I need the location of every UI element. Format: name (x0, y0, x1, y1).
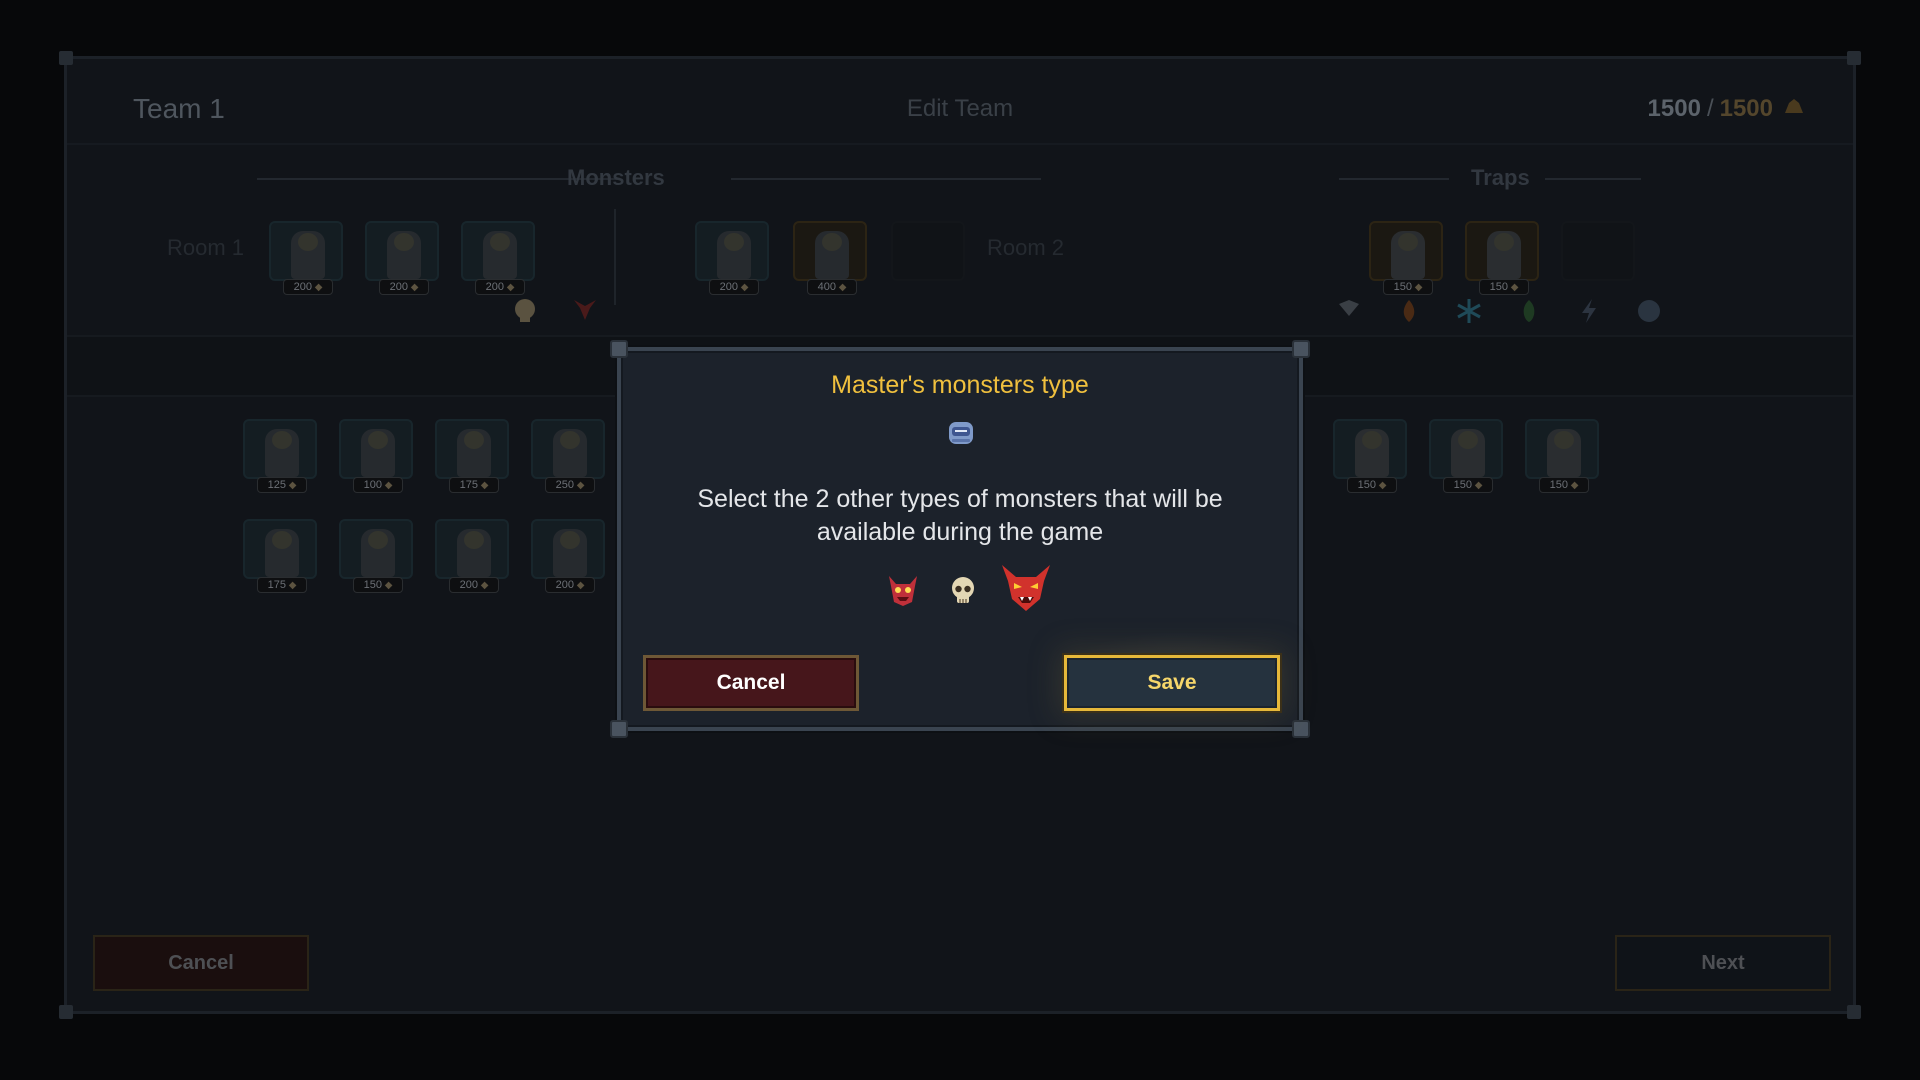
editor-header: Team 1 Edit Team 1500/1500 (67, 59, 1853, 145)
room-slot[interactable]: 200 (461, 221, 535, 295)
shield-filter-icon[interactable] (1334, 296, 1364, 326)
cost-badge: 200 (475, 279, 525, 295)
monster-sprite (361, 529, 395, 577)
cost-badge: 150 (1347, 477, 1397, 493)
ice-filter-icon[interactable] (1454, 296, 1484, 326)
monster-sprite (553, 529, 587, 577)
dialog-title: Master's monsters type (831, 371, 1089, 399)
cost-badge: 150 (1383, 279, 1433, 295)
save-button[interactable]: Save (1064, 655, 1280, 711)
trap-sprite (1547, 429, 1581, 477)
monster-sprite (387, 231, 421, 279)
trap-card[interactable]: 150 (1333, 419, 1407, 493)
monster-card[interactable]: 175 (243, 519, 317, 593)
monster-sprite (361, 429, 395, 477)
cost-badge: 175 (449, 477, 499, 493)
monsters-label: Monsters (567, 165, 665, 190)
game-screen: Team 1 Edit Team 1500/1500 Monsters Room… (0, 0, 1920, 1080)
trap-card[interactable]: 150 (1429, 419, 1503, 493)
trap-slot[interactable]: 150 (1465, 221, 1539, 295)
cost-badge: 400 (807, 279, 857, 295)
room-divider (614, 209, 616, 305)
room-slot[interactable]: 200 (365, 221, 439, 295)
cost-badge: 200 (709, 279, 759, 295)
divider-line (257, 178, 617, 180)
trap-sprite (1355, 429, 1389, 477)
monster-type-dialog: Master's monsters type Select the 2 othe… (610, 340, 1310, 738)
cost-badge: 150 (1443, 477, 1493, 493)
monster-sprite (457, 429, 491, 477)
monster-sprite (717, 231, 751, 279)
demon-filter-icon[interactable] (570, 296, 600, 326)
monster-sprite (483, 231, 517, 279)
room-slot[interactable]: 200 (695, 221, 769, 295)
divider-line (1339, 178, 1449, 180)
skull-icon[interactable] (947, 575, 979, 607)
cancel-button[interactable]: Cancel (643, 655, 859, 711)
monster-card[interactable]: 125 (243, 419, 317, 493)
poison-filter-icon[interactable] (1514, 296, 1544, 326)
cost-badge: 100 (353, 477, 403, 493)
cost-badge: 200 (449, 577, 499, 593)
budget-used: 1500 (1647, 95, 1701, 122)
room-1-label: Room 1 (167, 235, 245, 260)
trap-sprite (1487, 231, 1521, 279)
monster-sprite (553, 429, 587, 477)
monster-card[interactable]: 175 (435, 419, 509, 493)
cost-badge: 200 (379, 279, 429, 295)
monster-sprite (815, 231, 849, 279)
ghost-filter-icon[interactable] (1634, 296, 1664, 326)
divider-line (731, 178, 1041, 180)
monster-card[interactable]: 150 (339, 519, 413, 593)
traps-label: Traps (1471, 165, 1530, 190)
cost-badge: 175 (257, 577, 307, 593)
editor-cancel-button[interactable]: Cancel (93, 935, 309, 991)
trap-sprite (1451, 429, 1485, 477)
editor-title: Edit Team (906, 95, 1014, 122)
cost-badge: 150 (1539, 477, 1589, 493)
cost-badge: 150 (1479, 279, 1529, 295)
panel-corner (59, 1005, 73, 1019)
empty-slot[interactable] (891, 221, 965, 281)
budget-max: 1500 (1719, 95, 1773, 122)
dialog-description: Select the 2 other types of monsters tha… (697, 485, 1223, 546)
monster-sprite (265, 529, 299, 577)
room-slot[interactable]: 400 (793, 221, 867, 295)
dialog-corner (1292, 720, 1310, 738)
cost-badge: 150 (353, 577, 403, 593)
dialog-corner (1292, 340, 1310, 358)
monster-sprite (265, 429, 299, 477)
monster-card[interactable]: 200 (435, 519, 509, 593)
lightning-filter-icon[interactable] (1574, 296, 1604, 326)
panel-corner (1847, 1005, 1861, 1019)
editor-next-button[interactable]: Next (1615, 935, 1831, 991)
room-2-label: Room 2 (987, 235, 1065, 260)
devil-icon[interactable] (1000, 561, 1052, 613)
dialog-corner (610, 340, 628, 358)
empty-trap-slot[interactable] (1561, 221, 1635, 281)
trap-card[interactable]: 150 (1525, 419, 1599, 493)
budget-separator: / (1706, 95, 1714, 122)
room-slot[interactable]: 200 (269, 221, 343, 295)
monster-card[interactable]: 250 (531, 419, 605, 493)
monster-card[interactable]: 200 (531, 519, 605, 593)
cost-badge: 200 (545, 577, 595, 593)
divider-line (1545, 178, 1641, 180)
gold-pile-icon (1785, 99, 1803, 113)
cost-badge: 200 (283, 279, 333, 295)
fire-filter-icon[interactable] (1394, 296, 1424, 326)
demon-icon[interactable] (886, 572, 920, 608)
skull-filter-icon[interactable] (510, 296, 540, 326)
cost-badge: 125 (257, 477, 307, 493)
monster-card[interactable]: 100 (339, 419, 413, 493)
dialog-corner (610, 720, 628, 738)
robot-helmet-icon (949, 422, 973, 444)
cost-badge: 250 (545, 477, 595, 493)
monster-sprite (457, 529, 491, 577)
trap-slot[interactable]: 150 (1369, 221, 1443, 295)
monster-sprite (291, 231, 325, 279)
budget-display: 1500/1500 (1648, 95, 1773, 123)
trap-sprite (1391, 231, 1425, 279)
